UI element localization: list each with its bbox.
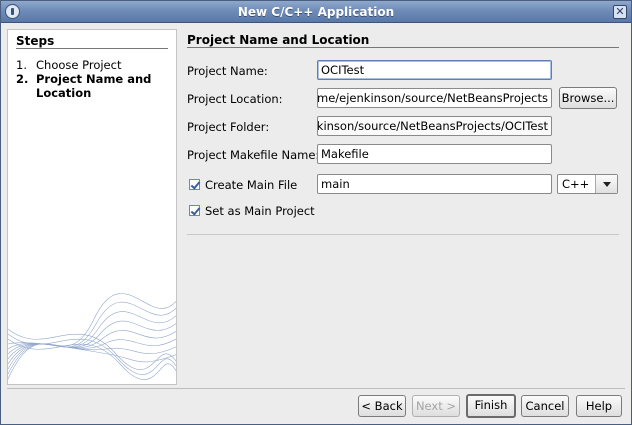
- project-location-label: Project Location:: [187, 92, 283, 106]
- project-folder-input[interactable]: /home/ejenkinson/source/NetBeansProjects…: [317, 116, 552, 136]
- cancel-button[interactable]: Cancel: [521, 395, 569, 417]
- back-button[interactable]: < Back: [358, 395, 406, 417]
- browse-button[interactable]: Browse...: [559, 87, 617, 109]
- footer-divider: [7, 388, 625, 389]
- steps-panel: Steps 1. Choose Project 2. Project Name an…: [7, 29, 177, 385]
- content-heading: Project Name and Location: [187, 33, 370, 47]
- decorative-wave-graphic: [8, 293, 176, 380]
- create-main-file-label: Create Main File: [205, 178, 298, 192]
- project-name-input[interactable]: OCITest: [317, 60, 552, 80]
- close-icon: ✕: [615, 5, 625, 18]
- title-bar[interactable]: New C/C++ Application ✕: [1, 1, 631, 23]
- steps-divider: [16, 48, 168, 49]
- chevron-down-icon[interactable]: [595, 175, 617, 193]
- create-main-file-checkbox[interactable]: Create Main File: [189, 178, 297, 192]
- project-location-input[interactable]: /home/ejenkinson/source/NetBeansProjects: [317, 88, 552, 108]
- next-button[interactable]: Next >: [412, 395, 460, 417]
- finish-button[interactable]: Finish: [466, 394, 516, 418]
- step-label: Project Name and Location: [36, 72, 152, 100]
- dialog-window: New C/C++ Application ✕ Steps 1. Choose P…: [0, 0, 632, 425]
- makefile-name-input[interactable]: Makefile: [317, 144, 552, 164]
- close-button[interactable]: ✕: [613, 5, 627, 19]
- language-select[interactable]: C++: [557, 174, 618, 194]
- language-select-value: C++: [562, 177, 590, 191]
- step-project-name-location: 2. Project Name and Location: [16, 72, 161, 100]
- checkbox-checked-icon[interactable]: [189, 179, 200, 190]
- step-number: 1.: [16, 58, 27, 72]
- project-name-label: Project Name:: [187, 64, 268, 78]
- content-divider-top: [187, 47, 619, 48]
- set-as-main-project-checkbox[interactable]: Set as Main Project: [189, 204, 315, 218]
- checkbox-checked-icon[interactable]: [189, 205, 200, 216]
- window-title: New C/C++ Application: [237, 5, 395, 19]
- main-file-name-input[interactable]: main: [317, 174, 552, 194]
- step-number: 2.: [16, 72, 29, 86]
- step-label: Choose Project: [36, 58, 122, 72]
- help-button[interactable]: Help: [576, 395, 622, 417]
- step-choose-project: 1. Choose Project: [16, 58, 161, 72]
- project-folder-label: Project Folder:: [187, 120, 270, 134]
- steps-heading: Steps: [16, 34, 55, 48]
- content-divider-bottom: [187, 234, 619, 235]
- set-as-main-project-label: Set as Main Project: [205, 204, 315, 218]
- makefile-name-label: Project Makefile Name:: [187, 148, 320, 162]
